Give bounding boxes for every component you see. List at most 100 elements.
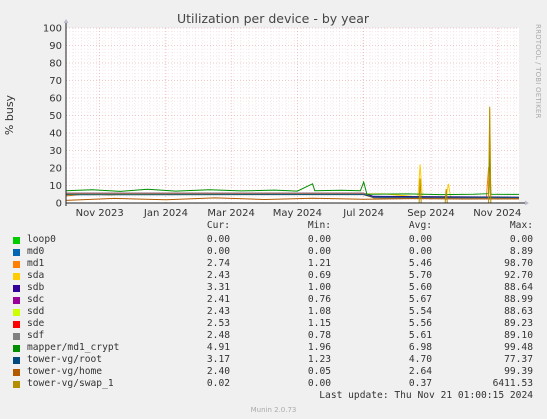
legend-min-value: 1.15 [307,318,331,329]
legend-avg-value: 4.70 [408,354,432,365]
legend-row-sdc: sdc 2.41 0.76 5.67 88.99 [0,294,547,306]
legend-max-value: 88.63 [504,306,533,317]
y-tick-label: 70 [49,76,62,87]
y-tick-label: 0 [56,199,62,210]
legend-cur-value: 2.40 [206,366,230,377]
legend-label: md0 [27,246,45,257]
legend-min-value: 1.08 [307,306,331,317]
legend-min-value: 1.23 [307,354,331,365]
legend-cur-value: 2.74 [206,258,230,269]
x-tick-label: Jan 2024 [143,208,188,219]
plot-area [66,28,519,203]
legend-avg-value: 5.56 [408,318,432,329]
legend-cur-value: 0.00 [206,234,230,245]
legend-avg-value: 6.98 [408,342,432,353]
legend-swatch [13,381,20,388]
legend-header: Cur: Min: Avg: Max: [0,220,547,232]
legend-avg-value: 5.54 [408,306,432,317]
legend-row-mapper-md1-crypt: mapper/md1_crypt 4.91 1.96 6.98 99.48 [0,342,547,354]
legend-max-value: 89.10 [504,330,533,341]
legend-row-sde: sde 2.53 1.15 5.56 89.23 [0,318,547,330]
legend-cur-value: 2.41 [206,294,230,305]
y-tick-label: 30 [49,146,62,157]
legend-min-value: 0.05 [307,366,331,377]
legend-swatch [13,297,20,304]
legend-label: sdb [27,282,45,293]
legend-cur-value: 0.00 [206,246,230,257]
legend-swatch [13,249,20,256]
x-tick-label: Nov 2023 [76,208,124,219]
x-tick-label: Jul 2024 [342,208,384,219]
y-tick-label: 90 [49,41,62,52]
legend-cur-value: 2.53 [206,318,230,329]
legend-cur-value: 2.43 [206,270,230,281]
legend-avg-value: 5.46 [408,258,432,269]
legend-max-value: 99.48 [504,342,533,353]
legend-label: sdd [27,306,45,317]
legend-label: sda [27,270,45,281]
legend-min-value: 0.00 [307,378,331,389]
legend-swatch [13,357,20,364]
legend-swatch [13,309,20,316]
header-max: Max: [509,220,533,231]
legend-swatch [13,321,20,328]
legend-max-value: 8.89 [509,246,533,257]
legend-cur-value: 2.48 [206,330,230,341]
legend-label: tower-vg/root [27,354,103,365]
legend-swatch [13,333,20,340]
legend-row-tower-vg-home: tower-vg/home 2.40 0.05 2.64 99.39 [0,366,547,378]
legend-min-value: 0.78 [307,330,331,341]
legend-avg-value: 0.00 [408,234,432,245]
y-tick-label: 60 [49,94,62,105]
legend-min-value: 1.21 [307,258,331,269]
x-tick-label: Sep 2024 [407,208,454,219]
x-tick-labels: Nov 2023 Jan 2024 Mar 2024 May 2024 Jul 2024… [76,208,522,219]
legend-label: md1 [27,258,45,269]
legend-row-sdd: sdd 2.43 1.08 5.54 88.63 [0,306,547,318]
legend-swatch [13,285,20,292]
legend-cur-value: 2.43 [206,306,230,317]
legend-swatch [13,369,20,376]
y-tick-label: 100 [43,24,62,35]
legend-min-value: 0.69 [307,270,331,281]
legend-max-value: 99.39 [504,366,533,377]
legend-row-sdb: sdb 3.31 1.00 5.60 88.64 [0,282,547,294]
legend-min-value: 1.96 [307,342,331,353]
legend-avg-value: 5.60 [408,282,432,293]
y-tick-label: 80 [49,59,62,70]
legend-label: loop0 [27,234,56,245]
munin-version: Munin 2.0.73 [250,406,297,414]
legend-label: tower-vg/home [27,366,103,377]
last-update: Last update: Thu Nov 21 01:00:15 2024 [319,390,533,401]
legend-min-value: 1.00 [307,282,331,293]
x-axis-arrow [525,200,529,206]
legend-row-tower-vg-root: tower-vg/root 3.17 1.23 4.70 77.37 [0,354,547,366]
legend-max-value: 88.99 [504,294,533,305]
legend-max-value: 6411.53 [492,378,533,389]
legend-cur-value: 0.02 [206,378,230,389]
x-tick-label: Mar 2024 [207,208,255,219]
y-axis-arrow [63,19,69,23]
legend-swatch [13,261,20,268]
legend-row-sdf: sdf 2.48 0.78 5.61 89.10 [0,330,547,342]
legend-label: mapper/md1_crypt [27,342,120,353]
legend-row-loop0: loop0 0.00 0.00 0.00 0.00 [0,234,547,246]
legend-min-value: 0.00 [307,246,331,257]
x-tick-label: May 2024 [273,208,322,219]
legend-swatch [13,273,20,280]
legend-row-sda: sda 2.43 0.69 5.70 92.70 [0,270,547,282]
y-tick-label: 20 [49,164,62,175]
legend-avg-value: 5.70 [408,270,432,281]
header-min: Min: [307,220,331,231]
header-cur: Cur: [206,220,230,231]
legend-avg-value: 0.37 [408,378,432,389]
legend-cur-value: 3.17 [206,354,230,365]
chart-title: Utilization per device - by year [177,11,370,26]
legend-min-value: 0.76 [307,294,331,305]
y-tick-label: 40 [49,129,62,140]
y-axis-label: % busy [3,94,16,135]
legend-cur-value: 3.31 [206,282,230,293]
y-tick-label: 10 [49,181,62,192]
legend-avg-value: 5.67 [408,294,432,305]
legend-swatch [13,345,20,352]
